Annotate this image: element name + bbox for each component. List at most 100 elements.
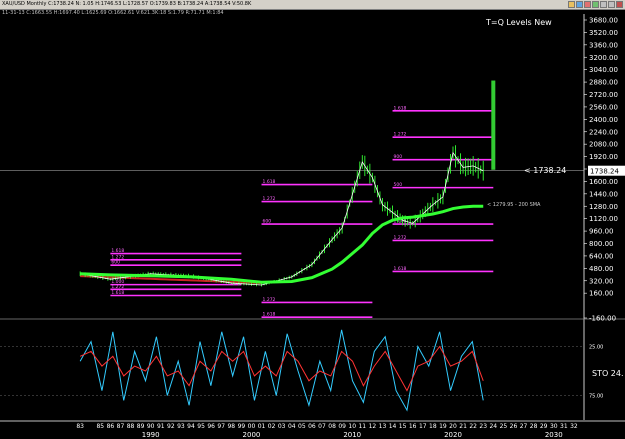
- price-tick-label: 320.00: [589, 277, 614, 285]
- fib-level-label: 1.618: [263, 312, 276, 318]
- year-tick-label: 29: [540, 423, 548, 430]
- year-tick-label: 18: [429, 423, 437, 430]
- year-tick-label: 01: [258, 423, 266, 430]
- year-tick-label: 27: [520, 423, 528, 430]
- year-tick-label: 96: [207, 423, 215, 430]
- year-tick-label: 92: [167, 423, 175, 430]
- price-tick-label: 3520.00: [589, 29, 618, 37]
- fib-level-label: 1.272: [263, 297, 276, 303]
- year-tick-label: 02: [268, 423, 276, 430]
- year-tick-label: 26: [510, 423, 518, 430]
- year-tick-label: 11: [358, 423, 366, 430]
- year-tick-label: 14: [389, 423, 397, 430]
- decade-label: 2010: [343, 431, 361, 439]
- decade-label: 1990: [142, 431, 160, 439]
- year-tick-label: 20: [449, 423, 457, 430]
- year-tick-label: 86: [107, 423, 115, 430]
- price-tick-label: 1440.00: [589, 190, 618, 198]
- year-tick-label: 08: [328, 423, 336, 430]
- price-tick-label: 3360.00: [589, 41, 618, 49]
- last-price-label: 1738.24: [590, 168, 619, 176]
- year-tick-label: 24: [489, 423, 497, 430]
- price-tick-label: 800.00: [589, 240, 614, 248]
- decade-label: 2030: [545, 431, 563, 439]
- year-tick-label: 90: [147, 423, 155, 430]
- fib-level-label: 1.618: [111, 248, 124, 254]
- price-tick-label: 2560.00: [589, 103, 618, 111]
- year-tick-label: 23: [479, 423, 487, 430]
- stochastic-d-line: [79, 345, 484, 392]
- year-tick-label: 00: [248, 423, 256, 430]
- year-tick-label: 83: [76, 423, 84, 430]
- year-tick-label: 19: [439, 423, 447, 430]
- sma-label: < 1279.95 - 200 SMA: [487, 202, 541, 208]
- year-tick-label: 99: [238, 423, 246, 430]
- year-tick-label: 09: [338, 423, 346, 430]
- price-tick-label: 2400.00: [589, 116, 618, 124]
- year-tick-label: 22: [469, 423, 477, 430]
- chart-title: T=Q Levels New: [485, 18, 552, 27]
- year-tick-label: 91: [157, 423, 165, 430]
- stochastic-k-line: [79, 329, 484, 412]
- fib-level-label: 1.618: [394, 105, 407, 111]
- fib-level-label: 1.618: [111, 290, 124, 296]
- year-tick-label: 95: [197, 423, 205, 430]
- fib-level-label: 1.618: [263, 179, 276, 185]
- decade-label: 2020: [444, 431, 462, 439]
- price-tick-label: 1920.00: [589, 153, 618, 161]
- price-tick-label: 480.00: [589, 265, 614, 273]
- fib-level-label: 600: [263, 219, 272, 225]
- year-tick-label: 21: [459, 423, 467, 430]
- fib-level-label: 1.272: [263, 196, 276, 202]
- fib-level-label: 900: [394, 154, 403, 160]
- fib-level-label: 1.272: [111, 254, 124, 260]
- year-tick-label: 03: [278, 423, 286, 430]
- year-tick-label: 89: [137, 423, 145, 430]
- price-tick-label: -160.00: [589, 315, 616, 323]
- fib-level-label: 1.272: [394, 132, 407, 138]
- year-tick-label: 94: [187, 423, 195, 430]
- decade-label: 2000: [243, 431, 261, 439]
- year-tick-label: 17: [419, 423, 427, 430]
- price-tick-label: 960.00: [589, 228, 614, 236]
- oscillator-level-label: 75.00: [589, 394, 603, 400]
- oscillator-label: STO 24.: [592, 369, 624, 378]
- fib-level-label: 600: [111, 260, 120, 266]
- current-price-marker: < 1738.24: [524, 166, 566, 175]
- price-tick-label: 2080.00: [589, 141, 618, 149]
- year-tick-label: 31: [560, 423, 568, 430]
- fib-level-label: 1.618: [394, 266, 407, 272]
- year-tick-label: 28: [530, 423, 538, 430]
- year-tick-label: 85: [96, 423, 104, 430]
- year-tick-label: 93: [177, 423, 185, 430]
- year-tick-label: 98: [227, 423, 235, 430]
- price-tick-label: 2880.00: [589, 79, 618, 87]
- price-chart[interactable]: 3680.00 3520.00 3360.00 3200.00 3040.00 2880.…: [0, 0, 625, 439]
- year-tick-label: 97: [217, 423, 225, 430]
- year-tick-label: 16: [409, 423, 417, 430]
- year-tick-label: 15: [399, 423, 407, 430]
- year-tick-label: 25: [500, 423, 508, 430]
- fib-level-label: 1.272: [111, 284, 124, 290]
- fib-level-label: 500: [394, 182, 403, 188]
- year-tick-label: 13: [379, 423, 387, 430]
- target-bar: [491, 80, 496, 170]
- price-tick-label: 1280.00: [589, 203, 618, 211]
- year-tick-label: 88: [127, 423, 135, 430]
- year-tick-label: 07: [318, 423, 326, 430]
- year-tick-label: 87: [117, 423, 125, 430]
- year-tick-label: 12: [369, 423, 377, 430]
- year-tick-label: 05: [298, 423, 306, 430]
- price-tick-label: 1600.00: [589, 178, 618, 186]
- price-tick-label: 3680.00: [589, 17, 618, 25]
- price-tick-label: 3200.00: [589, 54, 618, 62]
- year-tick-label: 32: [570, 423, 578, 430]
- oscillator-level-label: 25.00: [589, 345, 603, 351]
- price-tick-label: 2240.00: [589, 128, 618, 136]
- year-tick-label: 06: [308, 423, 316, 430]
- year-tick-label: 30: [550, 423, 558, 430]
- price-tick-label: 1120.00: [589, 215, 618, 223]
- price-tick-label: 160.00: [589, 290, 614, 298]
- price-tick-label: 640.00: [589, 252, 614, 260]
- fib-level-label: 1.272: [394, 235, 407, 241]
